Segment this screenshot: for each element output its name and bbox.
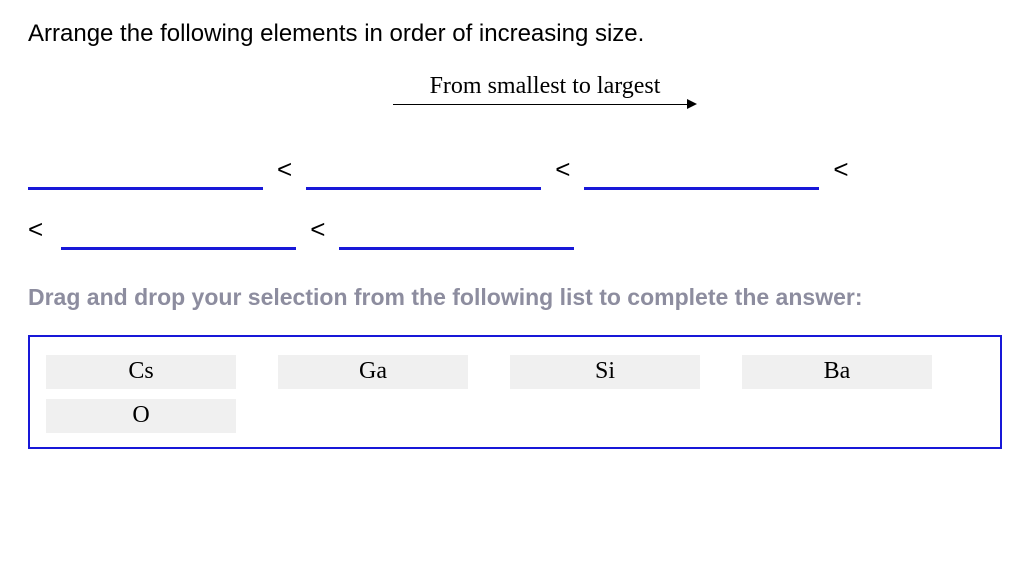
answer-slot-5[interactable]: [339, 215, 574, 250]
less-than-symbol: <: [277, 154, 292, 185]
answer-slot-2[interactable]: [306, 155, 541, 190]
options-container: Cs Ga Si Ba O: [28, 335, 1002, 449]
option-chip-ga[interactable]: Ga: [278, 355, 468, 389]
answer-slot-4[interactable]: [61, 215, 296, 250]
instruction-text: Drag and drop your selection from the fo…: [28, 280, 1002, 315]
answer-row-1: < < <: [28, 154, 1002, 190]
less-than-symbol: <: [28, 214, 43, 245]
option-chip-ba[interactable]: Ba: [742, 355, 932, 389]
direction-label: From smallest to largest: [430, 73, 661, 100]
arrow-icon: [88, 99, 1002, 109]
less-than-symbol: <: [555, 154, 570, 185]
option-chip-cs[interactable]: Cs: [46, 355, 236, 389]
option-chip-si[interactable]: Si: [510, 355, 700, 389]
answer-row-2: < <: [28, 214, 1002, 250]
answer-slot-3[interactable]: [584, 155, 819, 190]
direction-indicator: From smallest to largest: [88, 73, 1002, 109]
option-chip-o[interactable]: O: [46, 399, 236, 433]
question-text: Arrange the following elements in order …: [28, 20, 1002, 48]
less-than-symbol: <: [833, 154, 848, 185]
less-than-symbol: <: [310, 214, 325, 245]
answer-slot-1[interactable]: [28, 155, 263, 190]
